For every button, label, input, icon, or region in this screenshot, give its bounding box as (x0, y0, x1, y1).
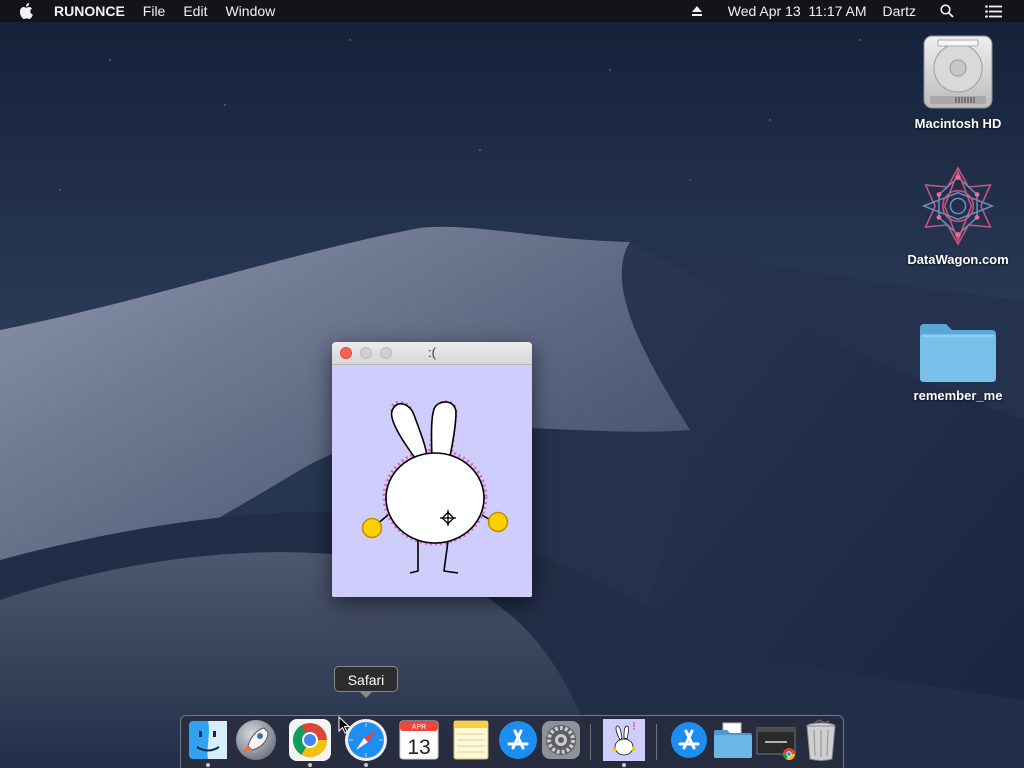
safari-compass-icon (345, 719, 387, 761)
dock-item-applications[interactable] (667, 718, 711, 762)
applications-stack-icon (671, 722, 707, 758)
folder-icon (918, 304, 998, 384)
app-window[interactable]: :( (332, 342, 532, 597)
eject-icon[interactable] (680, 0, 714, 22)
hard-drive-icon (918, 32, 998, 112)
geometric-star-icon (918, 166, 998, 248)
tooltip-arrow (360, 692, 372, 698)
calendar-month: APR (412, 724, 426, 731)
mouse-cursor-icon (338, 716, 350, 734)
desktop-icon-macintosh-hd[interactable]: Macintosh HD (903, 32, 1013, 131)
dock-item-safari[interactable] (344, 718, 388, 762)
calendar-day: 13 (407, 736, 430, 759)
desktop-icon-label: remember_me (913, 388, 1003, 403)
desktop-icon-label: DataWagon.com (907, 252, 1009, 267)
documents-folder-icon (714, 722, 752, 758)
gear-icon (542, 721, 580, 759)
bunny-app-icon (603, 719, 645, 761)
menu-app-name[interactable]: RUNONCE (54, 3, 134, 19)
menu-user-name[interactable]: Dartz (875, 0, 924, 22)
dock-running-indicator (364, 763, 368, 767)
calendar-icon: APR 13 (399, 720, 439, 760)
window-titlebar[interactable]: :( (332, 342, 532, 365)
notes-icon (453, 720, 489, 760)
dock-item-chrome-window[interactable] (755, 718, 799, 762)
dock-running-indicator (622, 763, 626, 767)
app-store-icon (499, 721, 537, 759)
desktop-icon-datawagon[interactable]: DataWagon.com (903, 166, 1013, 267)
dock-item-runonce[interactable] (602, 718, 646, 762)
menu-date-time[interactable]: Wed Apr 13 11:17 AM (720, 0, 875, 22)
apple-logo-icon[interactable] (19, 3, 35, 19)
dock-item-app-store[interactable] (496, 718, 540, 762)
menu-window[interactable]: Window (216, 0, 284, 22)
dock-item-notes[interactable] (449, 718, 493, 762)
dock-tooltip: Safari (334, 666, 398, 698)
minimized-window-icon (756, 727, 796, 761)
window-title: :( (428, 345, 436, 360)
bunny-drawing (361, 400, 509, 574)
dock-item-calendar[interactable]: APR 13 (397, 718, 441, 762)
launchpad-rocket-icon (236, 720, 276, 760)
dock-tooltip-label: Safari (347, 672, 385, 688)
dock-running-indicator (206, 763, 210, 767)
chrome-icon (289, 719, 331, 761)
dock-item-chrome[interactable] (288, 718, 332, 762)
menu-bar: RUNONCE File Edit Window Wed Apr 13 11:1… (0, 0, 1024, 22)
desktop-icon-label: Macintosh HD (914, 116, 1002, 131)
dock-item-documents[interactable] (711, 718, 755, 762)
dock-item-system-preferences[interactable] (539, 718, 583, 762)
desktop-icon-remember-me[interactable]: remember_me (903, 304, 1013, 403)
dock-running-indicator (308, 763, 312, 767)
spotlight-search-icon[interactable] (930, 0, 964, 22)
dock-item-trash[interactable] (799, 718, 843, 762)
menu-file[interactable]: File (134, 0, 175, 22)
finder-icon (189, 721, 227, 759)
window-content[interactable] (332, 365, 532, 597)
dock-separator (656, 724, 657, 760)
notification-center-icon[interactable] (976, 0, 1010, 22)
dock: APR 13 (180, 715, 844, 768)
dock-item-finder[interactable] (186, 718, 230, 762)
menu-edit[interactable]: Edit (174, 0, 216, 22)
trash-icon (806, 719, 836, 761)
dock-separator (590, 724, 591, 760)
dock-item-launchpad[interactable] (234, 718, 278, 762)
